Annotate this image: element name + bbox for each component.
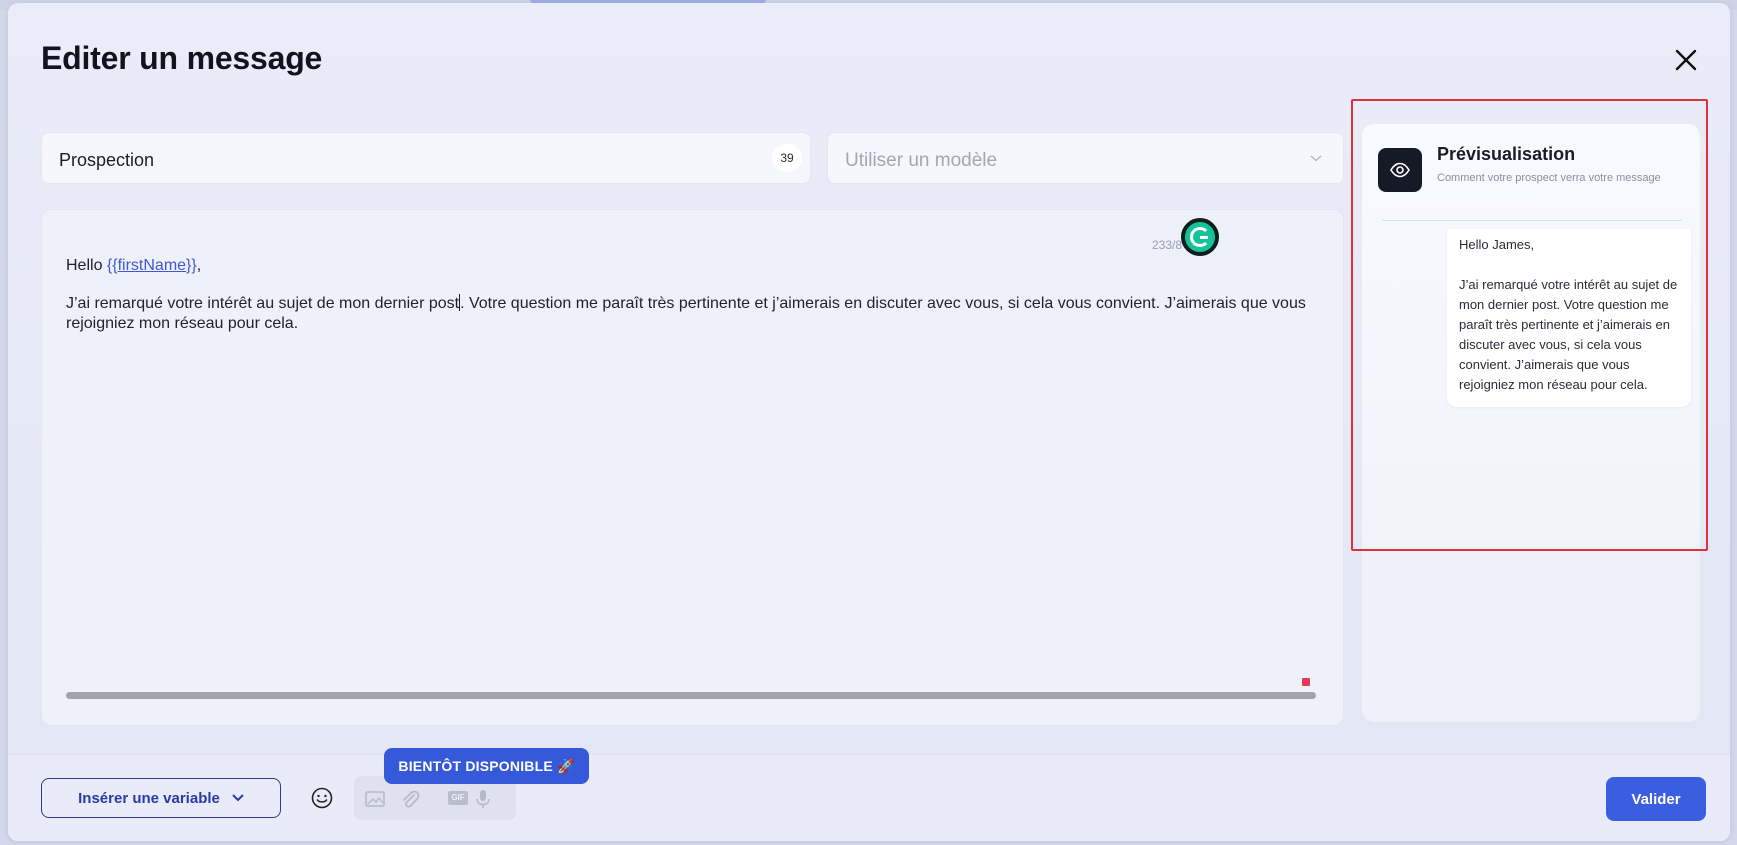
preview-card: Prévisualisation Comment votre prospect …	[1362, 124, 1700, 548]
preview-greeting: Hello James,	[1459, 237, 1535, 252]
editor-char-counter: 233/8	[1152, 238, 1183, 252]
close-button[interactable]	[1671, 45, 1701, 75]
insert-variable-label: Insérer une variable	[78, 789, 220, 807]
microphone-icon	[476, 790, 490, 808]
voice-button[interactable]	[472, 788, 494, 810]
attachment-button[interactable]	[399, 788, 421, 810]
message-editor[interactable]: 233/8 Hello {{firstName}}, J’ai remarqué…	[41, 209, 1344, 726]
preview-body: J’ai remarqué votre intérêt au sujet de …	[1459, 277, 1678, 392]
preview-title: Prévisualisation	[1437, 144, 1576, 164]
modal-title: Editer un message	[41, 40, 323, 76]
chevron-down-icon	[232, 794, 244, 802]
status-dot	[1302, 678, 1310, 686]
name-char-count-badge: 39	[772, 144, 802, 172]
validate-button[interactable]: Valider	[1606, 777, 1706, 821]
preview-eye-badge	[1378, 148, 1422, 192]
horizontal-scrollbar[interactable]	[66, 692, 1316, 699]
gif-icon[interactable]: GIF	[448, 791, 468, 805]
preview-divider	[1382, 220, 1682, 221]
modal-footer: Insérer une variable GIF Valider	[8, 754, 1730, 841]
close-icon	[1675, 49, 1697, 71]
message-name-field[interactable]: Prospection 39	[41, 132, 811, 184]
grammarly-button[interactable]	[1181, 218, 1219, 256]
emoji-button[interactable]	[310, 786, 334, 810]
message-name-value: Prospection	[59, 150, 155, 170]
edit-message-modal: Editer un message Prospection 39 Utilise…	[8, 3, 1730, 841]
smiley-icon	[311, 787, 333, 809]
chevron-down-icon	[1310, 155, 1322, 162]
template-select[interactable]: Utiliser un modèle	[827, 132, 1344, 184]
template-placeholder: Utiliser un modèle	[845, 150, 998, 171]
editor-greeting-line: Hello {{firstName}},	[66, 257, 202, 274]
preview-message-bubble: Hello James, J’ai remarqué votre intérêt…	[1447, 229, 1691, 407]
image-button[interactable]	[364, 788, 386, 810]
coming-soon-badge: BIENTÔT DISPONIBLE 🚀	[384, 748, 589, 784]
eye-icon	[1390, 162, 1410, 178]
editor-body-text: J’ai remarqué votre intérêt au sujet de …	[66, 294, 1306, 332]
paperclip-icon	[403, 790, 420, 808]
preview-subtitle: Comment votre prospect verra votre messa…	[1437, 172, 1661, 184]
image-icon	[365, 791, 385, 807]
insert-variable-button[interactable]: Insérer une variable	[41, 778, 281, 818]
firstname-variable-tag[interactable]: {{firstName}}	[107, 257, 197, 274]
